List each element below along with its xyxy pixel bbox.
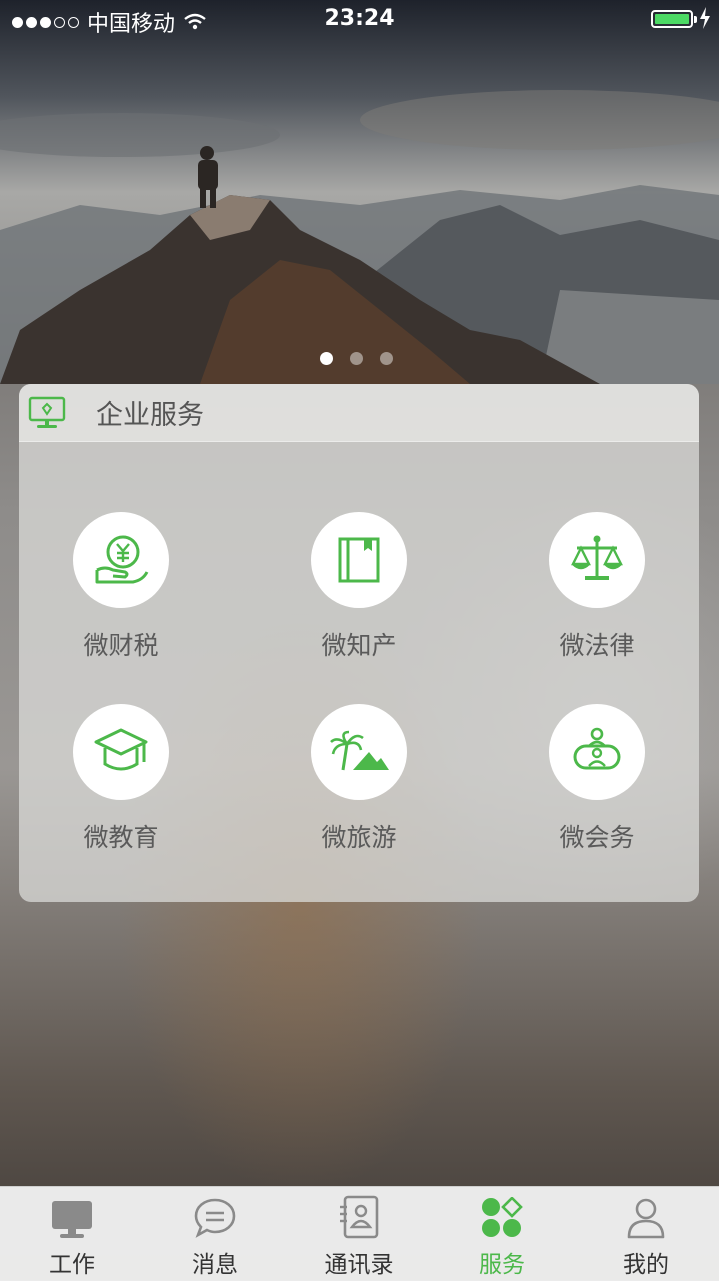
tab-services[interactable]: 服务: [442, 1187, 562, 1281]
carousel-indicator[interactable]: [320, 352, 393, 365]
panel-title: 企业服务: [96, 400, 204, 431]
battery-icon: [651, 10, 697, 28]
service-item-ip[interactable]: 微知产: [279, 512, 439, 662]
tab-contacts[interactable]: 通讯录: [299, 1187, 419, 1281]
book-icon: [338, 537, 380, 583]
banner-image: [0, 0, 719, 384]
carousel-dot[interactable]: [380, 352, 393, 365]
service-icon: [482, 1197, 523, 1237]
enterprise-service-panel: 企业服务 微财税 微知产 微法律 微教育 微旅游 微会务: [19, 384, 699, 902]
charging-icon: [700, 7, 710, 29]
service-label: 微财税: [83, 631, 159, 660]
tab-label: 通讯录: [324, 1252, 394, 1278]
scale-icon: [571, 535, 623, 580]
chat-icon: [194, 1198, 236, 1238]
meeting-icon: [573, 727, 621, 770]
contacts-icon: [340, 1195, 379, 1239]
service-item-travel[interactable]: 微旅游: [279, 704, 439, 854]
tab-label: 我的: [623, 1252, 669, 1278]
service-label: 微知产: [321, 631, 397, 660]
service-label: 微法律: [559, 631, 635, 660]
service-item-conference[interactable]: 微会务: [517, 704, 677, 854]
service-label: 微旅游: [321, 823, 397, 852]
status-bar: 中国移动 23:24: [0, 0, 719, 40]
service-item-finance-tax[interactable]: 微财税: [41, 512, 201, 662]
tab-messages[interactable]: 消息: [155, 1187, 275, 1281]
service-label: 微会务: [559, 823, 635, 852]
tab-label: 工作: [49, 1252, 95, 1278]
carousel-dot[interactable]: [350, 352, 363, 365]
tab-me[interactable]: 我的: [586, 1187, 706, 1281]
tab-label: 服务: [479, 1252, 525, 1278]
user-icon: [627, 1198, 665, 1239]
tab-bar: 工作 消息 通讯录 服务 我的: [0, 1186, 719, 1281]
palm-mountain-icon: [330, 730, 389, 771]
monitor-icon: [52, 1201, 92, 1238]
service-item-education[interactable]: 微教育: [41, 704, 201, 854]
service-label: 微教育: [83, 823, 159, 852]
banner-carousel[interactable]: [0, 0, 719, 384]
money-hand-icon: [95, 535, 149, 584]
tab-label: 消息: [192, 1252, 238, 1278]
panel-header: 企业服务: [19, 384, 699, 442]
monitor-icon: [28, 396, 66, 428]
clock: 23:24: [324, 6, 395, 31]
service-item-law[interactable]: 微法律: [517, 512, 677, 662]
carousel-dot[interactable]: [320, 352, 333, 365]
graduation-cap-icon: [94, 728, 148, 771]
tab-work[interactable]: 工作: [12, 1187, 132, 1281]
